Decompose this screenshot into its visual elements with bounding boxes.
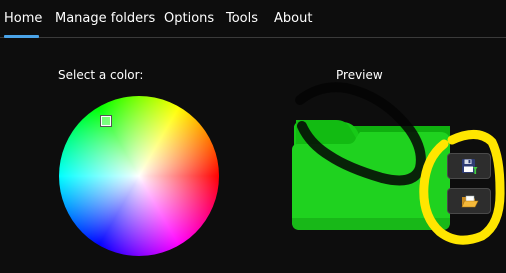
- active-tab-indicator: [4, 35, 39, 38]
- open-folder-button[interactable]: [447, 188, 491, 214]
- app-window: Home Manage folders Options Tools About …: [0, 0, 506, 273]
- tab-tools[interactable]: Tools: [226, 11, 258, 27]
- folder-preview: [292, 120, 450, 230]
- tab-about[interactable]: About: [274, 11, 312, 27]
- tab-options[interactable]: Options: [164, 11, 214, 27]
- select-color-label: Select a color:: [58, 68, 144, 82]
- preview-label: Preview: [336, 68, 383, 82]
- open-folder-icon: [461, 195, 479, 208]
- save-button[interactable]: [447, 153, 491, 179]
- top-navigation: Home Manage folders Options Tools About: [0, 0, 506, 38]
- save-floppy-icon: [462, 159, 478, 174]
- color-wheel[interactable]: [59, 96, 219, 256]
- tab-manage-folders[interactable]: Manage folders: [55, 11, 155, 27]
- color-wheel-cursor[interactable]: [100, 115, 112, 127]
- tab-home[interactable]: Home: [4, 11, 42, 27]
